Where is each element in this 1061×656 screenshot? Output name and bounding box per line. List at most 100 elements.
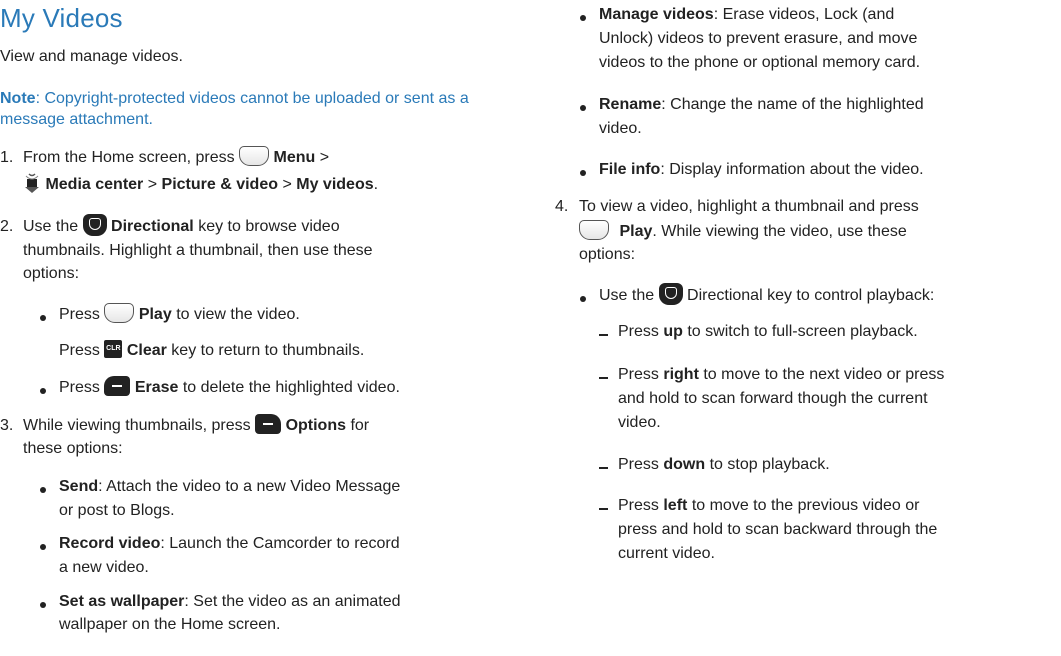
press-text: Press — [618, 323, 659, 340]
press-text: Press — [59, 306, 100, 323]
menu-key-icon — [239, 145, 270, 166]
play-label: Play — [138, 306, 172, 323]
directional-key-icon — [82, 214, 107, 236]
step-4-text-b: . While viewing the video, use these — [652, 223, 907, 240]
directional-key-icon — [658, 283, 683, 305]
dash — [599, 508, 608, 510]
erase-key-icon — [104, 375, 131, 396]
erase-bullet: Press Erase to delete the highlighted vi… — [59, 375, 400, 399]
record-text: : Launch the Camcorder to record — [160, 535, 400, 552]
record-label: Record video — [59, 535, 161, 552]
down-label: down — [663, 456, 706, 473]
play-text: to view the video. — [176, 306, 300, 323]
options-key-icon — [255, 413, 282, 434]
left-line-3: current video. — [618, 545, 715, 562]
right-line-3: video. — [618, 414, 661, 431]
intro-text: View and manage videos. — [0, 48, 183, 65]
manage-label: Manage videos — [599, 6, 714, 23]
left-label: left — [663, 497, 688, 514]
right-line-2: and hold to scan forward though the curr… — [618, 390, 928, 407]
use-the-text: Use the — [599, 287, 655, 305]
clear-text: key to return to thumbnails. — [171, 342, 365, 359]
left-line-2: press and hold to scan backward through … — [618, 521, 938, 538]
clear-label: Clear — [126, 342, 167, 359]
up-label: up — [663, 323, 683, 340]
step-4-number: 4. — [555, 198, 569, 215]
play-key-icon — [579, 219, 609, 240]
press-text: Press — [618, 366, 659, 383]
right-label: right — [663, 366, 699, 383]
step-3-text: While viewing thumbnails, press — [23, 417, 251, 434]
media-center-label: Media center — [45, 176, 144, 193]
media-center-icon — [25, 173, 39, 193]
step-3-line-2: these options: — [23, 440, 123, 457]
clear-line: Press CLR Clear key to return to thumbna… — [59, 339, 365, 362]
dash — [599, 467, 608, 469]
step-3-text-b: for — [350, 417, 370, 434]
press-text: Press — [618, 497, 659, 514]
record-line-2: a new video. — [59, 559, 149, 576]
manage-line-3: videos to the phone or optional memory c… — [599, 54, 921, 71]
send-text: : Attach the video to a new Video Messag… — [98, 478, 401, 495]
press-text: Press — [59, 379, 100, 396]
step-2-number: 2. — [0, 218, 14, 235]
step-2-line-3: options: — [23, 265, 80, 282]
wallpaper-line-2: wallpaper on the Home screen. — [59, 616, 281, 633]
rename-line-2: video. — [599, 120, 642, 137]
fileinfo-text: : Display information about the video. — [660, 161, 924, 178]
step-4-line-3: options: — [579, 246, 636, 263]
left-text: to move to the previous video or — [691, 497, 920, 514]
menu-label: Menu — [273, 149, 316, 166]
dash — [599, 334, 608, 336]
manage-text: : Erase videos, Lock (and — [713, 6, 895, 23]
bullet — [40, 602, 46, 608]
dash — [599, 377, 608, 379]
down-text: to stop playback. — [709, 456, 830, 473]
wallpaper-label: Set as wallpaper — [59, 593, 185, 610]
my-videos-label: My videos — [296, 176, 374, 193]
record-bullet: Record video: Launch the Camcorder to re… — [59, 533, 400, 555]
bullet — [40, 544, 46, 550]
manage-bullet: Manage videos: Erase videos, Lock (and — [599, 4, 894, 26]
step-3-line-1: While viewing thumbnails, press Options … — [23, 413, 370, 437]
left-item: Press left to move to the previous video… — [618, 495, 920, 517]
erase-label: Erase — [134, 379, 179, 396]
step-1-number: 1. — [0, 149, 14, 166]
directional-label: Directional — [111, 218, 194, 236]
play-bullet: Press Play to view the video. — [59, 302, 300, 326]
up-text: to switch to full-screen playback. — [687, 323, 918, 340]
rename-bullet: Rename: Change the name of the highlight… — [599, 94, 924, 116]
fileinfo-bullet: File info: Display information about the… — [599, 159, 924, 181]
step-4-line-1: To view a video, highlight a thumbnail a… — [579, 198, 919, 215]
wallpaper-bullet: Set as wallpaper: Set the video as an an… — [59, 591, 401, 613]
page-title: My Videos — [0, 3, 123, 33]
erase-text: to delete the highlighted video. — [182, 379, 400, 396]
bullet — [580, 296, 586, 302]
bullet — [580, 170, 586, 176]
fileinfo-label: File info — [599, 161, 661, 178]
separator: > — [147, 176, 158, 193]
bullet — [40, 315, 46, 321]
bullet — [580, 15, 586, 21]
step-3-number: 3. — [0, 417, 14, 434]
press-text: Press — [618, 456, 659, 473]
step-4-line-2: Play. While viewing the video, use these — [579, 219, 907, 243]
play-label: Play — [619, 223, 653, 240]
manage-line-2: Unlock) videos to prevent erasure, and m… — [599, 30, 918, 47]
press-text: Press — [59, 342, 100, 359]
right-item: Press right to move to the next video or… — [618, 364, 944, 386]
rename-label: Rename — [599, 96, 662, 113]
step-2-line-1: Use the Directional key to browse video — [23, 214, 340, 238]
options-label: Options — [285, 417, 346, 434]
bullet — [580, 105, 586, 111]
step-1-text: From the Home screen, press — [23, 149, 235, 166]
send-label: Send — [59, 478, 99, 495]
note-text: : Copyright-protected videos cannot be u… — [0, 90, 469, 128]
bullet — [40, 487, 46, 493]
wallpaper-text: : Set the video as an animated — [184, 593, 401, 610]
right-text: to move to the next video or press — [703, 366, 945, 383]
use-directional-text: Directional key to control playback: — [687, 287, 935, 305]
separator: > — [282, 176, 292, 193]
up-item: Press up to switch to full-screen playba… — [618, 321, 918, 343]
step-1-line-2: Media center > Picture & video > My vide… — [23, 173, 378, 196]
